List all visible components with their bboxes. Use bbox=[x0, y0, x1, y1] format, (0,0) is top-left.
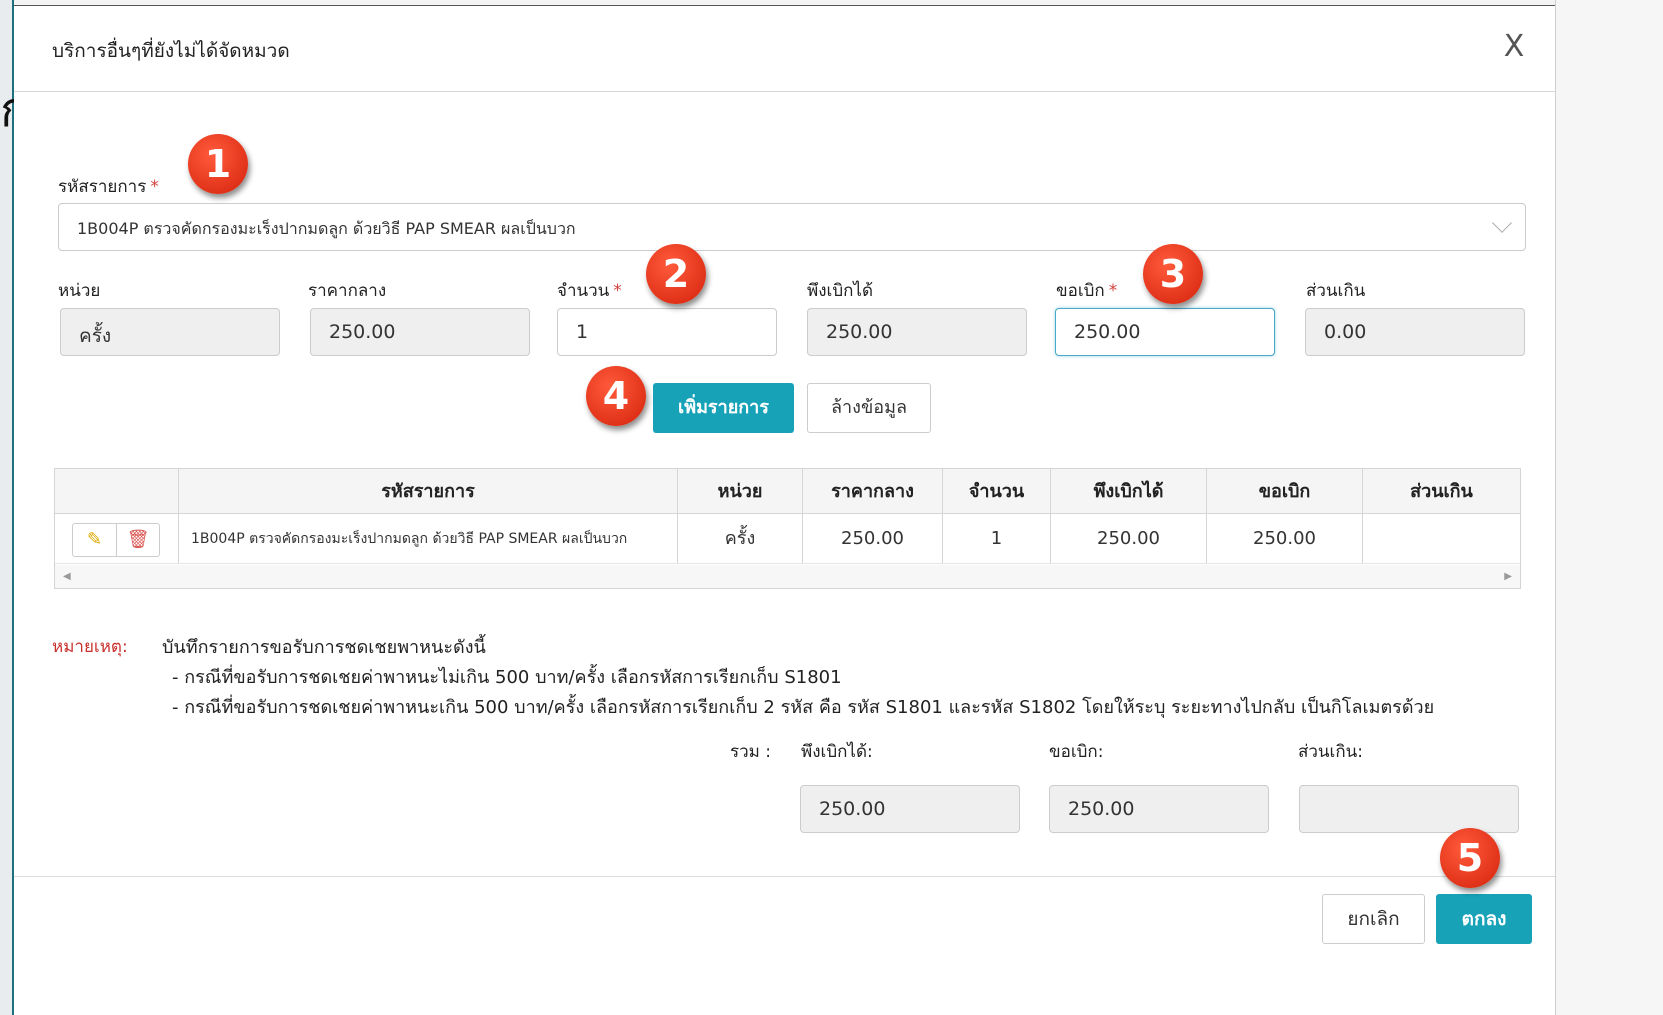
modal-title: บริการอื่นๆที่ยังไม่ได้จัดหมวด bbox=[52, 40, 290, 62]
table-row: ✎ 🗑 1B004P ตรวจคัดกรองมะเร็งปากมดลูก ด้ว… bbox=[55, 514, 1520, 564]
annotation-badge-2: 2 bbox=[646, 244, 706, 304]
footer-divider bbox=[14, 876, 1555, 877]
scroll-right-icon[interactable]: ▶ bbox=[1504, 571, 1512, 582]
items-table: รหัสรายการ หน่วย ราคากลาง จำนวน พึงเบิกไ… bbox=[54, 468, 1521, 589]
annotation-badge-4: 4 bbox=[586, 366, 646, 426]
required-mark: * bbox=[1108, 281, 1118, 301]
annotation-badge-3: 3 bbox=[1143, 244, 1203, 304]
claim-label-text: ขอเบิก bbox=[1056, 281, 1105, 301]
unit-label: หน่วย bbox=[58, 281, 101, 301]
item-code-select-value: 1B004P ตรวจคัดกรองมะเร็งปากมดลูก ด้วยวิธ… bbox=[77, 219, 576, 238]
row-claim: 250.00 bbox=[1206, 514, 1362, 563]
close-icon[interactable]: X bbox=[1498, 32, 1530, 64]
excess-field: 0.00 bbox=[1305, 308, 1525, 356]
median-price-field: 250.00 bbox=[310, 308, 530, 356]
required-mark: * bbox=[613, 281, 622, 301]
trash-icon[interactable]: 🗑 bbox=[117, 524, 159, 556]
median-price-label: ราคากลาง bbox=[308, 281, 387, 301]
item-code-select[interactable]: 1B004P ตรวจคัดกรองมะเร็งปากมดลูก ด้วยวิธ… bbox=[58, 203, 1526, 251]
page-backdrop-left bbox=[0, 0, 14, 1015]
note-line-1: บันทึกรายการขอรับการชดเชยพาหนะดังนี้ bbox=[162, 637, 486, 658]
note-label: หมายเหตุ: bbox=[52, 637, 128, 657]
page-backdrop-right bbox=[1555, 0, 1663, 1015]
table-header-quantity: จำนวน bbox=[942, 469, 1050, 513]
table-header-median-price: ราคากลาง bbox=[802, 469, 942, 513]
note-line-2: - กรณีที่ขอรับการชดเชยค่าพาหนะไม่เกิน 50… bbox=[172, 667, 842, 688]
eligible-field: 250.00 bbox=[807, 308, 1027, 356]
quantity-label-text: จำนวน bbox=[557, 281, 610, 301]
row-actions: ✎ 🗑 bbox=[55, 514, 178, 563]
unit-field: ครั้ง bbox=[60, 308, 280, 356]
eligible-label: พึงเบิกได้ bbox=[807, 281, 873, 301]
table-header-excess: ส่วนเกิน bbox=[1362, 469, 1520, 513]
table-header: รหัสรายการ หน่วย ราคากลาง จำนวน พึงเบิกไ… bbox=[55, 469, 1520, 514]
claim-input[interactable]: 250.00 bbox=[1055, 308, 1275, 356]
excess-label: ส่วนเกิน bbox=[1306, 281, 1366, 301]
pencil-icon[interactable]: ✎ bbox=[73, 524, 117, 556]
item-code-label: รหัสรายการ * bbox=[58, 173, 159, 200]
table-header-claim: ขอเบิก bbox=[1206, 469, 1362, 513]
table-header-code: รหัสรายการ bbox=[178, 469, 677, 513]
row-median-price: 250.00 bbox=[802, 514, 942, 563]
claim-label: ขอเบิก * bbox=[1056, 277, 1117, 304]
row-quantity: 1 bbox=[942, 514, 1050, 563]
table-header-actions bbox=[55, 469, 178, 513]
annotation-badge-5: 5 bbox=[1440, 828, 1500, 888]
quantity-label: จำนวน * bbox=[557, 277, 622, 304]
horizontal-scrollbar[interactable]: ◀ ▶ bbox=[55, 565, 1520, 588]
cancel-button[interactable]: ยกเลิก bbox=[1322, 894, 1425, 944]
table-header-unit: หน่วย bbox=[677, 469, 802, 513]
row-action-group: ✎ 🗑 bbox=[72, 523, 160, 557]
totals-claim-label: ขอเบิก: bbox=[1049, 742, 1104, 762]
table-header-eligible: พึงเบิกได้ bbox=[1050, 469, 1206, 513]
required-mark: * bbox=[150, 177, 159, 197]
annotation-badge-1: 1 bbox=[188, 134, 248, 194]
totals-eligible-label: พึงเบิกได้: bbox=[801, 742, 873, 762]
ok-button[interactable]: ตกลง bbox=[1436, 894, 1532, 944]
row-code: 1B004P ตรวจคัดกรองมะเร็งปากมดลูก ด้วยวิธ… bbox=[178, 514, 677, 563]
row-unit: ครั้ง bbox=[677, 514, 802, 563]
totals-label: รวม : bbox=[730, 742, 772, 762]
note-line-3: - กรณีที่ขอรับการชดเชยค่าพาหนะเกิน 500 บ… bbox=[172, 697, 1435, 718]
item-code-label-text: รหัสรายการ bbox=[58, 177, 147, 197]
totals-excess-label: ส่วนเกิน: bbox=[1298, 742, 1363, 762]
scroll-left-icon[interactable]: ◀ bbox=[63, 571, 71, 582]
total-claim-field: 250.00 bbox=[1049, 785, 1269, 833]
chevron-down-icon bbox=[1492, 213, 1512, 233]
clear-button[interactable]: ล้างข้อมูล bbox=[807, 383, 931, 433]
row-excess bbox=[1362, 514, 1520, 563]
modal-header: บริการอื่นๆที่ยังไม่ได้จัดหมวด X bbox=[14, 6, 1555, 92]
total-excess-field bbox=[1299, 785, 1519, 833]
quantity-input[interactable]: 1 bbox=[557, 308, 777, 356]
total-eligible-field: 250.00 bbox=[800, 785, 1020, 833]
add-item-button[interactable]: เพิ่มรายการ bbox=[653, 383, 794, 433]
row-eligible: 250.00 bbox=[1050, 514, 1206, 563]
